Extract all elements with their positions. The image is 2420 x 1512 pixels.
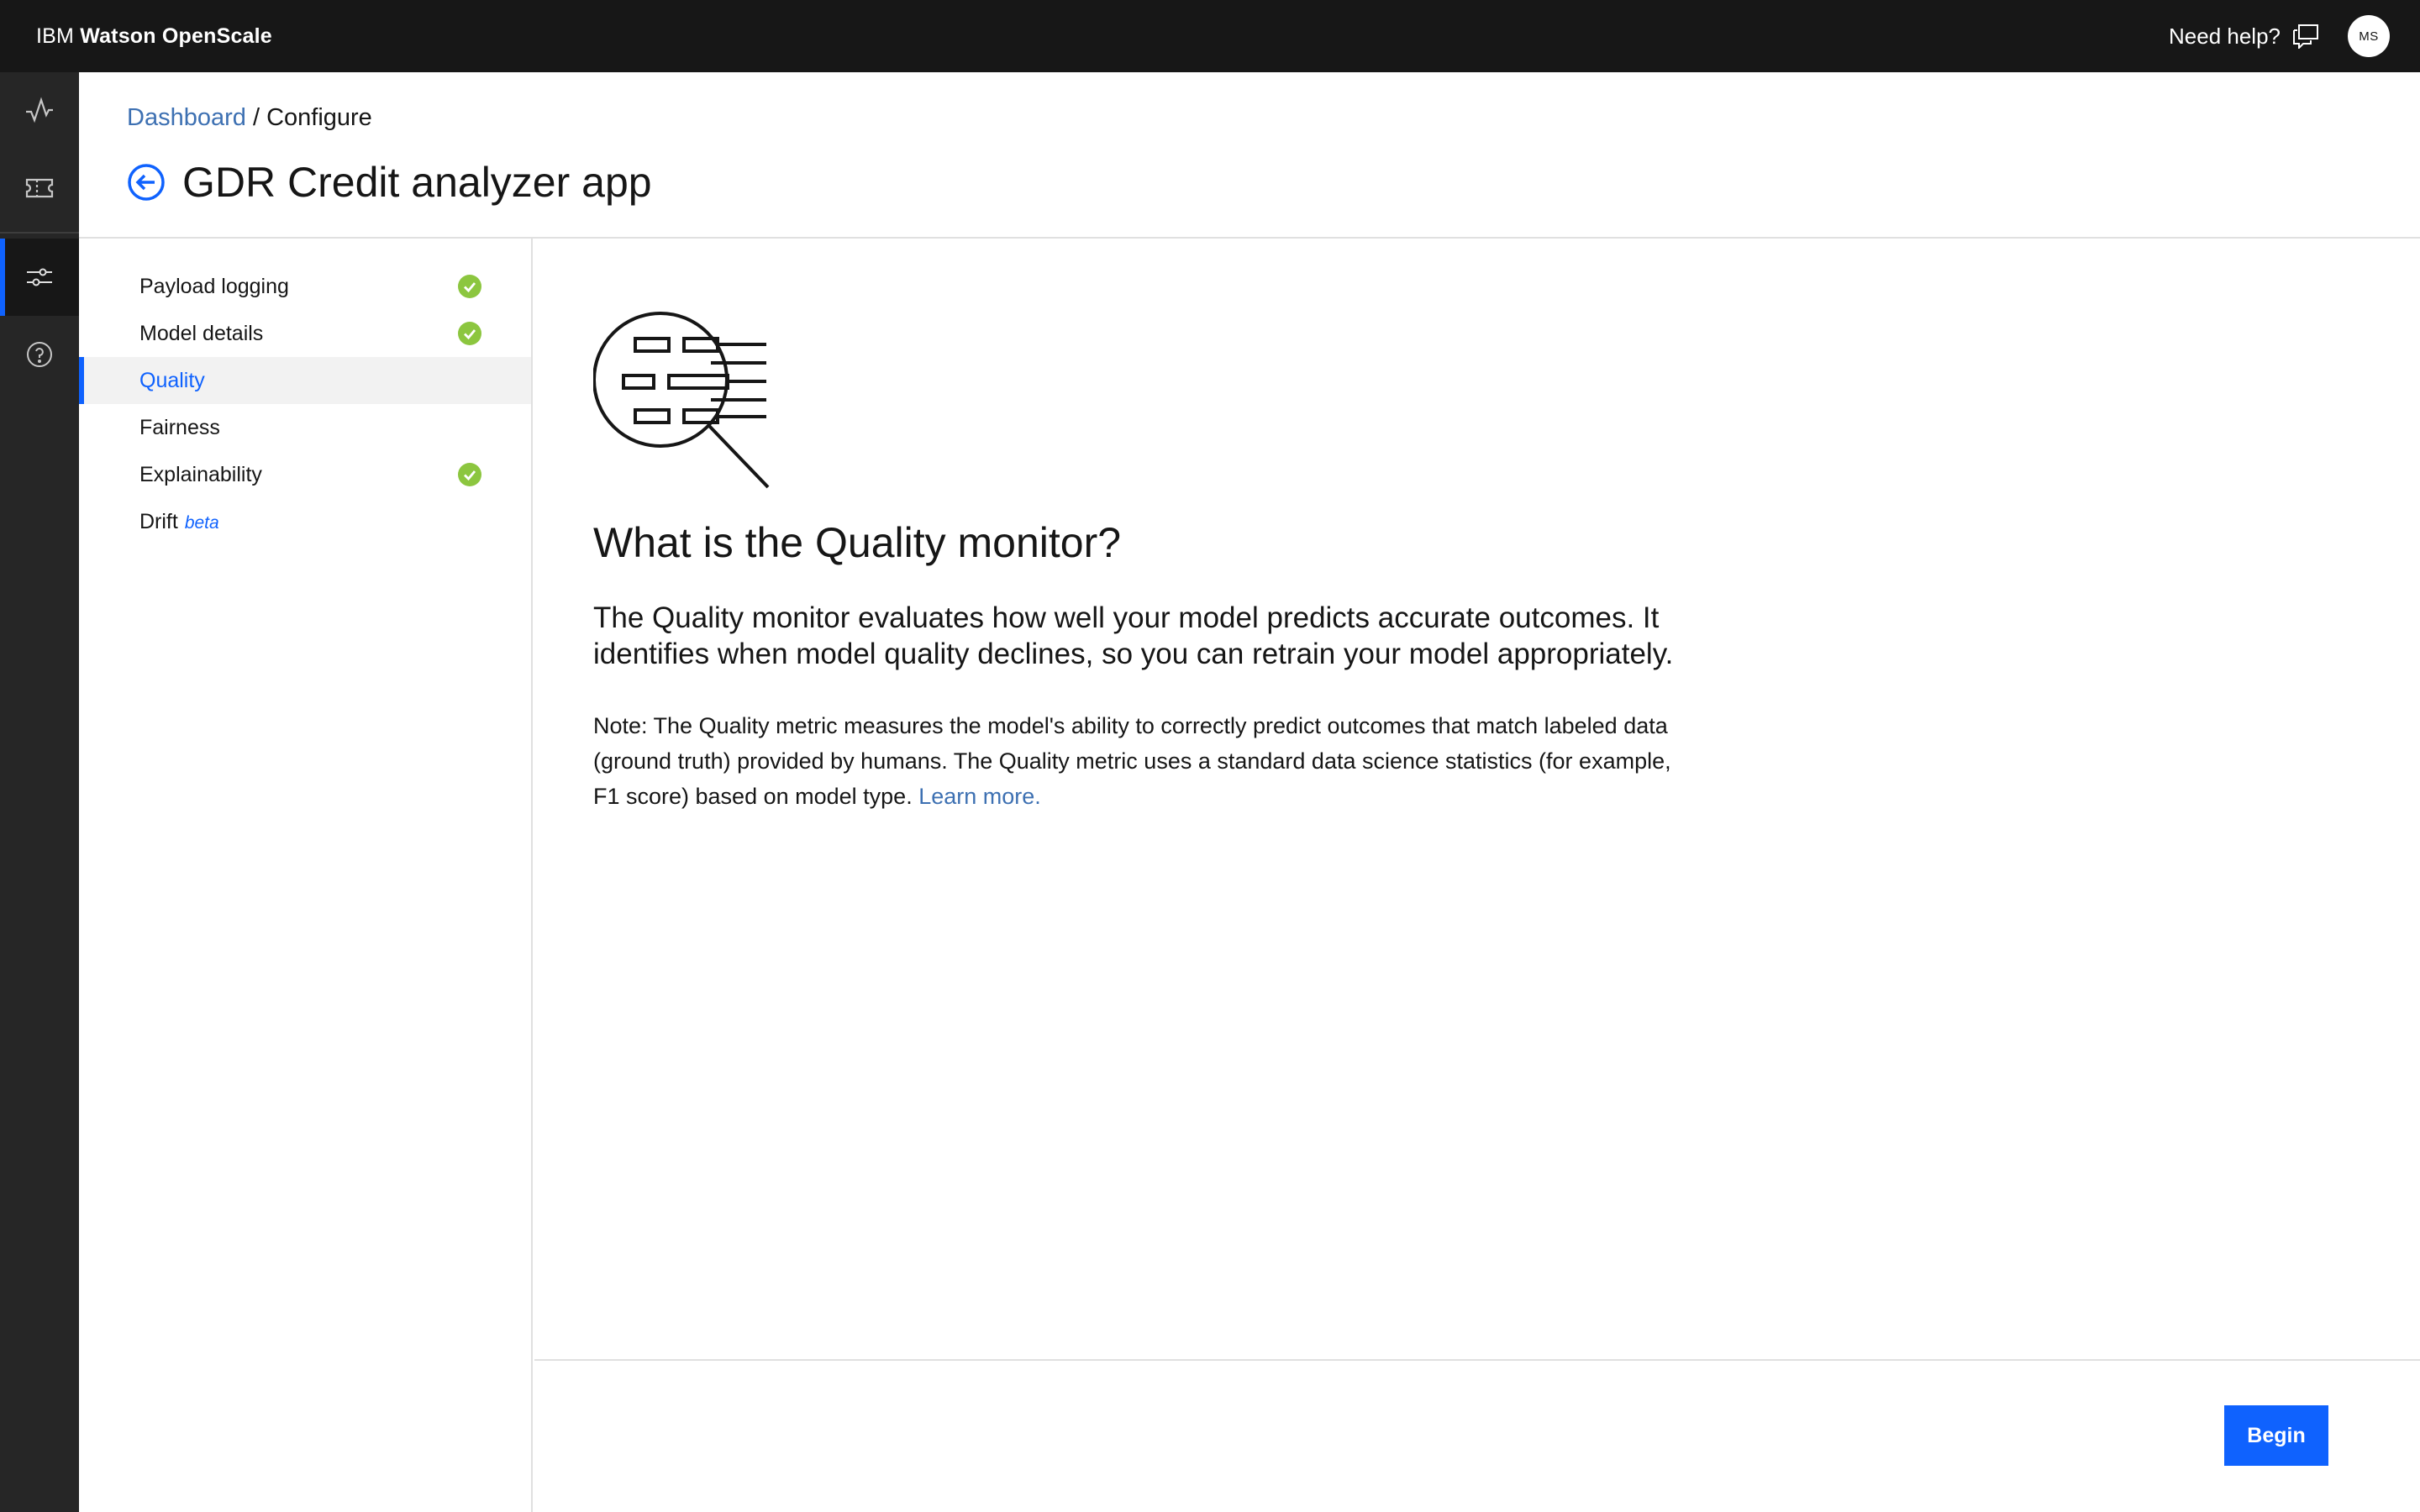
breadcrumb-separator: / (252, 104, 260, 131)
left-rail (0, 72, 79, 1512)
section-title: What is the Quality monitor? (593, 519, 1122, 566)
checkmark-filled-icon (458, 463, 481, 486)
section-description: The Quality monitor evaluates how well y… (593, 601, 1674, 670)
help-link[interactable]: Need help? (2169, 0, 2319, 72)
breadcrumb-dashboard-link[interactable]: Dashboard (127, 104, 246, 131)
activity-icon (26, 97, 53, 123)
config-nav-item-quality[interactable]: Quality (79, 357, 531, 404)
rail-item-insights[interactable] (0, 72, 79, 150)
rail-divider (0, 232, 79, 234)
config-nav-label: Model details (139, 321, 264, 345)
config-nav: Payload logging Model details Quality Fa… (79, 239, 533, 1512)
quality-monitor-magnifier-icon (593, 312, 770, 489)
breadcrumb-current: Configure (266, 104, 372, 131)
config-nav-item-fairness[interactable]: Fairness (79, 404, 531, 451)
config-nav-item-drift[interactable]: Drift beta (79, 498, 531, 545)
checkmark-filled-icon (458, 322, 481, 345)
learn-more-link[interactable]: Learn more. (918, 784, 1041, 809)
beta-badge: beta (184, 512, 219, 533)
config-nav-label: Quality (139, 368, 205, 392)
config-nav-label: Payload logging (139, 274, 289, 298)
breadcrumb: Dashboard / Configure (127, 104, 372, 132)
sliders-icon (27, 268, 52, 286)
page-title: GDR Credit analyzer app (182, 159, 652, 206)
brand-product: Watson OpenScale (80, 24, 272, 48)
help-label: Need help? (2169, 23, 2281, 49)
config-nav-item-payload-logging[interactable]: Payload logging (79, 263, 531, 310)
rail-item-help[interactable] (0, 316, 79, 393)
checkmark-filled-icon (458, 275, 481, 298)
help-circle-icon (27, 342, 52, 367)
title-row: GDR Credit analyzer app (127, 158, 652, 207)
section-note: Note: The Quality metric measures the mo… (593, 708, 1686, 814)
config-nav-item-explainability[interactable]: Explainability (79, 451, 531, 498)
top-bar: IBM Watson OpenScale Need help? MS (0, 0, 2420, 72)
config-nav-item-model-details[interactable]: Model details (79, 310, 531, 357)
footer-divider (534, 1359, 2420, 1361)
user-avatar[interactable]: MS (2348, 15, 2390, 57)
note-text: Note: The Quality metric measures the mo… (593, 713, 1671, 809)
back-arrow-icon[interactable] (127, 163, 166, 202)
rail-item-configure[interactable] (0, 239, 79, 316)
config-nav-label: Drift beta (139, 510, 219, 534)
chat-icon (2292, 24, 2319, 50)
drift-label: Drift (139, 509, 178, 533)
brand-ibm: IBM (36, 24, 75, 48)
rail-item-tickets[interactable] (0, 150, 79, 227)
begin-button[interactable]: Begin (2224, 1405, 2328, 1466)
config-nav-label: Explainability (139, 462, 262, 486)
config-nav-label: Fairness (139, 415, 220, 439)
app-brand[interactable]: IBM Watson OpenScale (36, 24, 272, 49)
ticket-icon (25, 178, 54, 198)
